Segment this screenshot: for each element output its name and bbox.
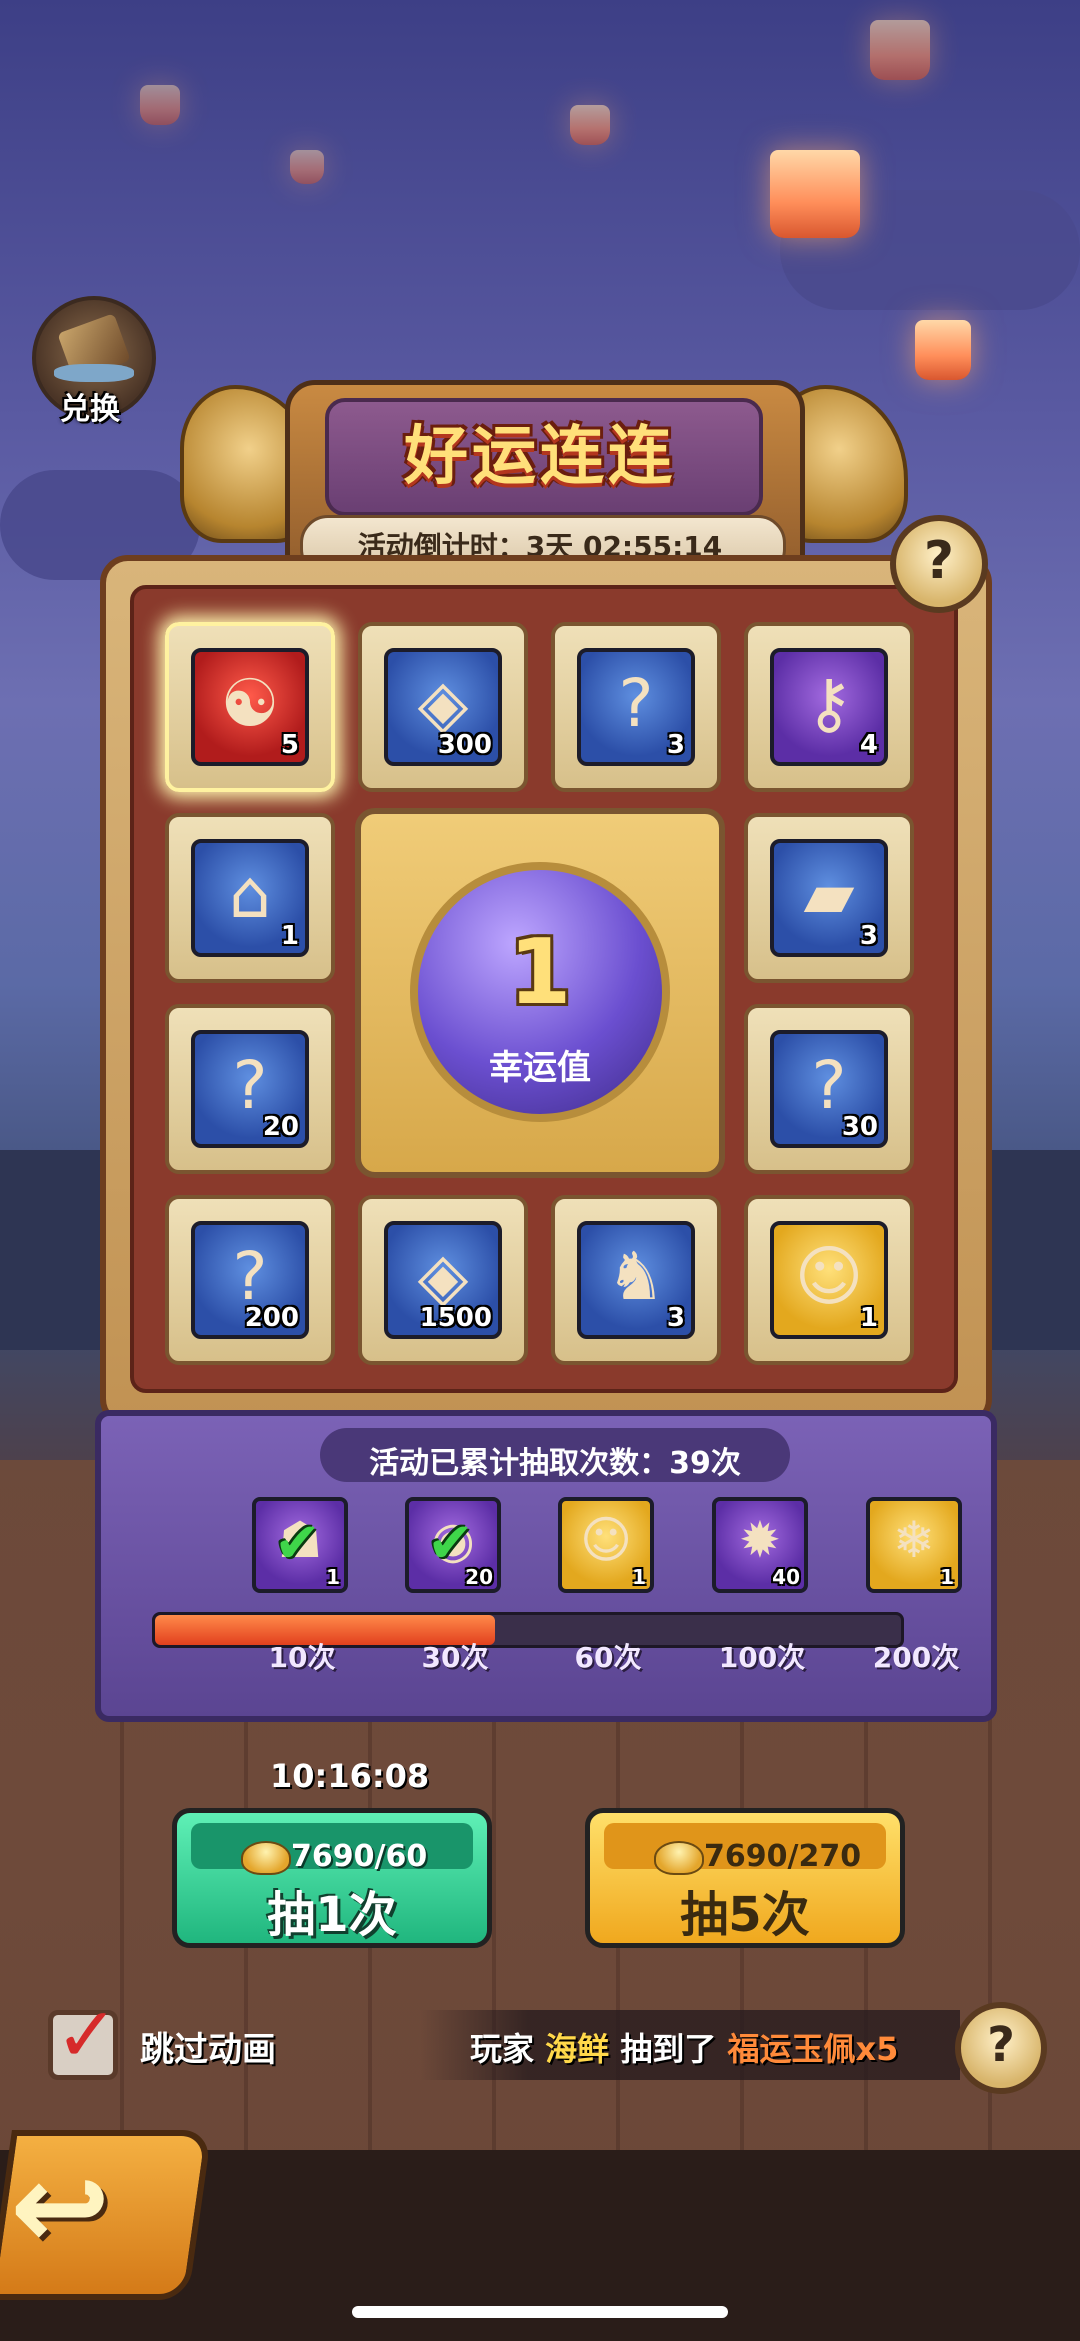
item-count: 300 — [437, 730, 492, 760]
page-title: 好运连连 — [404, 420, 676, 494]
sky-lantern — [140, 85, 180, 125]
stone-block-icon: ▰ 3 — [770, 839, 888, 957]
draw-once-cost: 7690/60 — [291, 1839, 428, 1874]
draw-once-label: 抽1次 — [267, 1887, 397, 1943]
red-mystery-scroll-icon: ? 30 — [770, 1030, 888, 1148]
prize-cell[interactable]: ⌂ 1 — [165, 813, 335, 983]
draw-five-button[interactable]: 7690/270 抽5次 — [585, 1808, 905, 1948]
reward-count: 40 — [772, 1565, 800, 1589]
gold-ingot-icon — [241, 1841, 291, 1875]
reward-count: 1 — [326, 1565, 340, 1589]
item-count: 3 — [666, 1303, 685, 1333]
item-count: 20 — [262, 1112, 299, 1142]
item-count: 4 — [859, 730, 878, 760]
building-roof — [0, 1150, 110, 1350]
sky-lantern — [570, 105, 610, 145]
item-count: 30 — [841, 1112, 878, 1142]
jade-pendant-icon: ☯ 5 — [191, 648, 309, 766]
broadcast-item: 福运玉佩x5 — [727, 2030, 899, 2068]
prize-cell[interactable]: ◈ 1500 — [358, 1195, 528, 1365]
item-count: 3 — [859, 921, 878, 951]
reward-count: 20 — [465, 1565, 493, 1589]
prize-cell[interactable]: ? 3 — [551, 622, 721, 792]
prize-cell[interactable]: ☺ 1 — [744, 1195, 914, 1365]
broadcast-help-button[interactable]: ? — [955, 2002, 1047, 2094]
hero-portrait-icon[interactable]: ☺ 1 — [558, 1497, 654, 1593]
prize-cell[interactable]: ▰ 3 — [744, 813, 914, 983]
copper-coin-icon: ◈ 1500 — [384, 1221, 502, 1339]
broadcast-middle: 抽到了 — [620, 2030, 717, 2068]
dragon-orb-icon[interactable]: ◉ ✔ 20 — [405, 1497, 501, 1593]
gold-ingot-icon — [654, 1841, 704, 1875]
red-mystery-scroll-icon: ? 200 — [191, 1221, 309, 1339]
prize-cell[interactable]: ? 20 — [165, 1004, 335, 1174]
prize-cell[interactable]: ☯ 5 — [165, 622, 335, 792]
golden-key-icon: ⚷ 4 — [770, 648, 888, 766]
warrior-portrait-icon[interactable]: ☗ ✔ 1 — [252, 1497, 348, 1593]
sky-lantern — [870, 20, 930, 80]
prize-cell[interactable]: ? 200 — [165, 1195, 335, 1365]
sky-lantern — [770, 150, 860, 238]
milestone-label: 10次 — [268, 1641, 336, 1674]
luck-value: 1 — [508, 920, 572, 1025]
draw-five-label: 抽5次 — [680, 1887, 810, 1943]
cumulative-draw-count: 活动已累计抽取次数：39次 — [369, 1446, 741, 1481]
prize-cell[interactable]: ? 30 — [744, 1004, 914, 1174]
map-scroll-icon: ⌂ 1 — [191, 839, 309, 957]
cost-pill: 7690/270 — [604, 1823, 886, 1875]
item-count: 1 — [859, 1303, 878, 1333]
item-count: 3 — [666, 730, 685, 760]
claimed-check-icon: ✔ — [274, 1511, 321, 1576]
hero-portrait-icon: ☺ 1 — [770, 1221, 888, 1339]
draw-once-button[interactable]: 7690/60 抽1次 — [172, 1808, 492, 1948]
sky-lantern — [915, 320, 971, 380]
broadcast-player: 海鲜 — [545, 2030, 610, 2068]
item-count: 1 — [280, 921, 299, 951]
copper-coin-icon: ◈ 300 — [384, 648, 502, 766]
free-draw-timer: 10:16:08 — [270, 1757, 430, 1795]
milestone-label: 200次 — [872, 1641, 960, 1674]
reward-count: 1 — [940, 1565, 954, 1589]
back-arrow-icon: ↩ — [10, 2138, 111, 2277]
prize-cell[interactable]: ⚷ 4 — [744, 622, 914, 792]
ice-beast-icon[interactable]: ❄ 1 — [866, 1497, 962, 1593]
checkmark-icon: ✓ — [55, 1990, 119, 2079]
stone-beast-icon: ♞ 3 — [577, 1221, 695, 1339]
item-count: 200 — [244, 1303, 299, 1333]
mystery-scroll-icon: ? 3 — [577, 648, 695, 766]
milestone-label: 60次 — [574, 1641, 642, 1674]
prize-cell[interactable]: ♞ 3 — [551, 1195, 721, 1365]
broadcast-prefix: 玩家 — [470, 2030, 535, 2068]
reward-count: 1 — [632, 1565, 646, 1589]
luck-label: 幸运值 — [489, 1048, 591, 1088]
item-count: 1500 — [419, 1303, 492, 1333]
exchange-label[interactable]: 兑换 — [30, 384, 150, 428]
mystery-scroll-icon: ? 20 — [191, 1030, 309, 1148]
draw-five-cost: 7690/270 — [704, 1839, 862, 1874]
draw-broadcast: 玩家 海鲜 抽到了 福运玉佩x5 — [470, 2024, 898, 2070]
sky-lantern — [290, 150, 324, 184]
cost-pill: 7690/60 — [191, 1823, 473, 1875]
skip-animation-label[interactable]: 跳过动画 — [140, 2022, 276, 2071]
help-button[interactable]: ? — [890, 515, 988, 613]
milestone-label: 30次 — [421, 1641, 489, 1674]
prize-cell[interactable]: ◈ 300 — [358, 622, 528, 792]
item-count: 5 — [280, 730, 299, 760]
milestone-label: 100次 — [718, 1641, 806, 1674]
home-indicator — [352, 2306, 728, 2318]
fire-dragon-orb-icon[interactable]: ✹ 40 — [712, 1497, 808, 1593]
